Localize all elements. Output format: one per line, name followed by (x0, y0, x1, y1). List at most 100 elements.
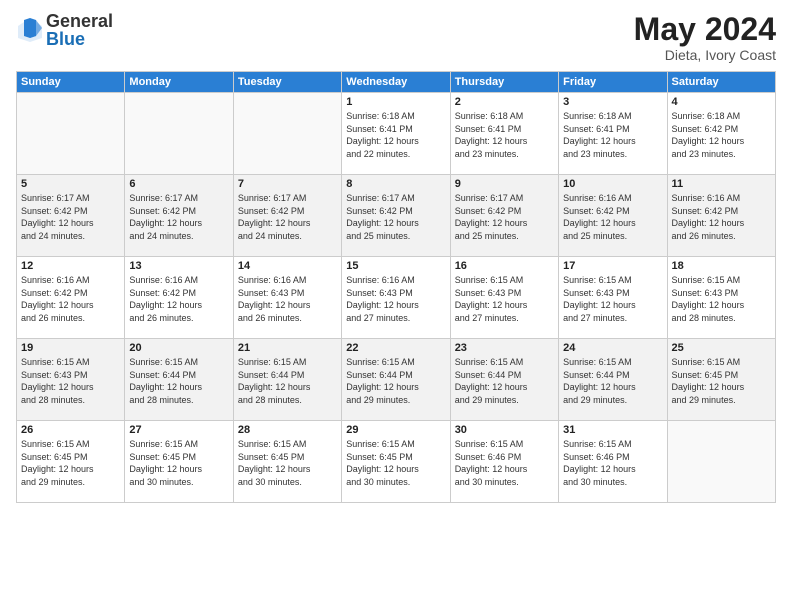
title-block: May 2024 Dieta, Ivory Coast (634, 12, 776, 63)
day-info: Sunrise: 6:18 AM Sunset: 6:41 PM Dayligh… (563, 110, 662, 160)
table-row: 24Sunrise: 6:15 AM Sunset: 6:44 PM Dayli… (559, 339, 667, 421)
day-number: 5 (21, 178, 120, 190)
day-info: Sunrise: 6:15 AM Sunset: 6:43 PM Dayligh… (455, 274, 554, 324)
day-number: 18 (672, 260, 771, 272)
day-number: 1 (346, 96, 445, 108)
table-row: 31 Sunrise: 6:15 AM Sunset: 6:46 PM Dayli… (559, 421, 667, 503)
day-number: 19 (21, 342, 120, 354)
day-info: Sunrise: 6:15 AM Sunset: 6:44 PM Dayligh… (129, 356, 228, 406)
calendar-row: 1 Sunrise: 6:18 AM Sunset: 6:41 PM Daylig… (17, 93, 776, 175)
day-number: 4 (672, 96, 771, 108)
day-info: Sunrise: 6:15 AM Sunset: 6:44 PM Dayligh… (455, 356, 554, 406)
logo: General Blue (16, 12, 113, 48)
day-info: Sunrise: 6:18 AM Sunset: 6:41 PM Dayligh… (346, 110, 445, 160)
title-month: May 2024 (634, 12, 776, 47)
table-row: 1 Sunrise: 6:18 AM Sunset: 6:41 PM Daylig… (342, 93, 450, 175)
table-row: 5 Sunrise: 6:17 AM Sunset: 6:42 PM Daylig… (17, 175, 125, 257)
day-info: Sunrise: 6:15 AM Sunset: 6:45 PM Dayligh… (672, 356, 771, 406)
day-info: Sunrise: 6:15 AM Sunset: 6:44 PM Dayligh… (563, 356, 662, 406)
day-number: 31 (563, 424, 662, 436)
day-info: Sunrise: 6:15 AM Sunset: 6:45 PM Dayligh… (346, 438, 445, 488)
logo-icon (16, 16, 44, 44)
day-number: 9 (455, 178, 554, 190)
header-friday: Friday (559, 72, 667, 93)
day-info: Sunrise: 6:15 AM Sunset: 6:44 PM Dayligh… (346, 356, 445, 406)
table-row: 13Sunrise: 6:16 AM Sunset: 6:42 PM Dayli… (125, 257, 233, 339)
day-number: 28 (238, 424, 337, 436)
day-number: 23 (455, 342, 554, 354)
calendar-table: Sunday Monday Tuesday Wednesday Thursday… (16, 71, 776, 503)
table-row: 21Sunrise: 6:15 AM Sunset: 6:44 PM Dayli… (233, 339, 341, 421)
table-row: 17 Sunrise: 6:15 AM Sunset: 6:43 PM Dayli… (559, 257, 667, 339)
day-number: 29 (346, 424, 445, 436)
table-row: 26 Sunrise: 6:15 AM Sunset: 6:45 PM Dayli… (17, 421, 125, 503)
logo-blue: Blue (46, 30, 113, 48)
table-row (125, 93, 233, 175)
day-info: Sunrise: 6:18 AM Sunset: 6:42 PM Dayligh… (672, 110, 771, 160)
table-row: 30 Sunrise: 6:15 AM Sunset: 6:46 PM Dayli… (450, 421, 558, 503)
header-tuesday: Tuesday (233, 72, 341, 93)
table-row (233, 93, 341, 175)
day-info: Sunrise: 6:15 AM Sunset: 6:44 PM Dayligh… (238, 356, 337, 406)
day-info: Sunrise: 6:16 AM Sunset: 6:42 PM Dayligh… (563, 192, 662, 242)
day-info: Sunrise: 6:16 AM Sunset: 6:42 PM Dayligh… (21, 274, 120, 324)
logo-general: General (46, 12, 113, 30)
day-number: 22 (346, 342, 445, 354)
day-number: 3 (563, 96, 662, 108)
table-row: 19Sunrise: 6:15 AM Sunset: 6:43 PM Dayli… (17, 339, 125, 421)
table-row: 8Sunrise: 6:17 AM Sunset: 6:42 PM Daylig… (342, 175, 450, 257)
table-row: 28 Sunrise: 6:15 AM Sunset: 6:45 PM Dayli… (233, 421, 341, 503)
table-row: 27 Sunrise: 6:15 AM Sunset: 6:45 PM Dayli… (125, 421, 233, 503)
table-row: 20 Sunrise: 6:15 AM Sunset: 6:44 PM Dayli… (125, 339, 233, 421)
day-info: Sunrise: 6:16 AM Sunset: 6:43 PM Dayligh… (346, 274, 445, 324)
day-number: 15 (346, 260, 445, 272)
table-row: 12 Sunrise: 6:16 AM Sunset: 6:42 PM Dayli… (17, 257, 125, 339)
table-row: 10 Sunrise: 6:16 AM Sunset: 6:42 PM Dayli… (559, 175, 667, 257)
day-number: 10 (563, 178, 662, 190)
table-row: 29 Sunrise: 6:15 AM Sunset: 6:45 PM Dayli… (342, 421, 450, 503)
calendar-row: 26 Sunrise: 6:15 AM Sunset: 6:45 PM Dayli… (17, 421, 776, 503)
day-number: 12 (21, 260, 120, 272)
day-info: Sunrise: 6:15 AM Sunset: 6:45 PM Dayligh… (129, 438, 228, 488)
title-location: Dieta, Ivory Coast (634, 47, 776, 63)
day-number: 17 (563, 260, 662, 272)
table-row: 25 Sunrise: 6:15 AM Sunset: 6:45 PM Dayli… (667, 339, 775, 421)
day-info: Sunrise: 6:15 AM Sunset: 6:46 PM Dayligh… (455, 438, 554, 488)
day-number: 30 (455, 424, 554, 436)
header: General Blue May 2024 Dieta, Ivory Coast (16, 12, 776, 63)
day-number: 25 (672, 342, 771, 354)
calendar-row: 12 Sunrise: 6:16 AM Sunset: 6:42 PM Dayli… (17, 257, 776, 339)
table-row (17, 93, 125, 175)
table-row (667, 421, 775, 503)
day-number: 27 (129, 424, 228, 436)
header-thursday: Thursday (450, 72, 558, 93)
day-info: Sunrise: 6:15 AM Sunset: 6:43 PM Dayligh… (563, 274, 662, 324)
day-info: Sunrise: 6:17 AM Sunset: 6:42 PM Dayligh… (238, 192, 337, 242)
header-saturday: Saturday (667, 72, 775, 93)
day-info: Sunrise: 6:16 AM Sunset: 6:42 PM Dayligh… (672, 192, 771, 242)
day-number: 14 (238, 260, 337, 272)
table-row: 7Sunrise: 6:17 AM Sunset: 6:42 PM Daylig… (233, 175, 341, 257)
calendar-row: 19Sunrise: 6:15 AM Sunset: 6:43 PM Dayli… (17, 339, 776, 421)
day-info: Sunrise: 6:15 AM Sunset: 6:45 PM Dayligh… (238, 438, 337, 488)
table-row: 6Sunrise: 6:17 AM Sunset: 6:42 PM Daylig… (125, 175, 233, 257)
table-row: 18 Sunrise: 6:15 AM Sunset: 6:43 PM Dayli… (667, 257, 775, 339)
day-info: Sunrise: 6:15 AM Sunset: 6:46 PM Dayligh… (563, 438, 662, 488)
table-row: 14 Sunrise: 6:16 AM Sunset: 6:43 PM Dayli… (233, 257, 341, 339)
calendar-row: 5 Sunrise: 6:17 AM Sunset: 6:42 PM Daylig… (17, 175, 776, 257)
day-number: 6 (129, 178, 228, 190)
day-info: Sunrise: 6:16 AM Sunset: 6:43 PM Dayligh… (238, 274, 337, 324)
day-info: Sunrise: 6:15 AM Sunset: 6:45 PM Dayligh… (21, 438, 120, 488)
day-number: 11 (672, 178, 771, 190)
table-row: 11 Sunrise: 6:16 AM Sunset: 6:42 PM Dayli… (667, 175, 775, 257)
table-row: 2Sunrise: 6:18 AM Sunset: 6:41 PM Daylig… (450, 93, 558, 175)
table-row: 9Sunrise: 6:17 AM Sunset: 6:42 PM Daylig… (450, 175, 558, 257)
day-info: Sunrise: 6:17 AM Sunset: 6:42 PM Dayligh… (21, 192, 120, 242)
day-number: 20 (129, 342, 228, 354)
day-number: 8 (346, 178, 445, 190)
logo-text: General Blue (46, 12, 113, 48)
day-number: 13 (129, 260, 228, 272)
table-row: 3 Sunrise: 6:18 AM Sunset: 6:41 PM Daylig… (559, 93, 667, 175)
day-number: 26 (21, 424, 120, 436)
day-info: Sunrise: 6:15 AM Sunset: 6:43 PM Dayligh… (672, 274, 771, 324)
